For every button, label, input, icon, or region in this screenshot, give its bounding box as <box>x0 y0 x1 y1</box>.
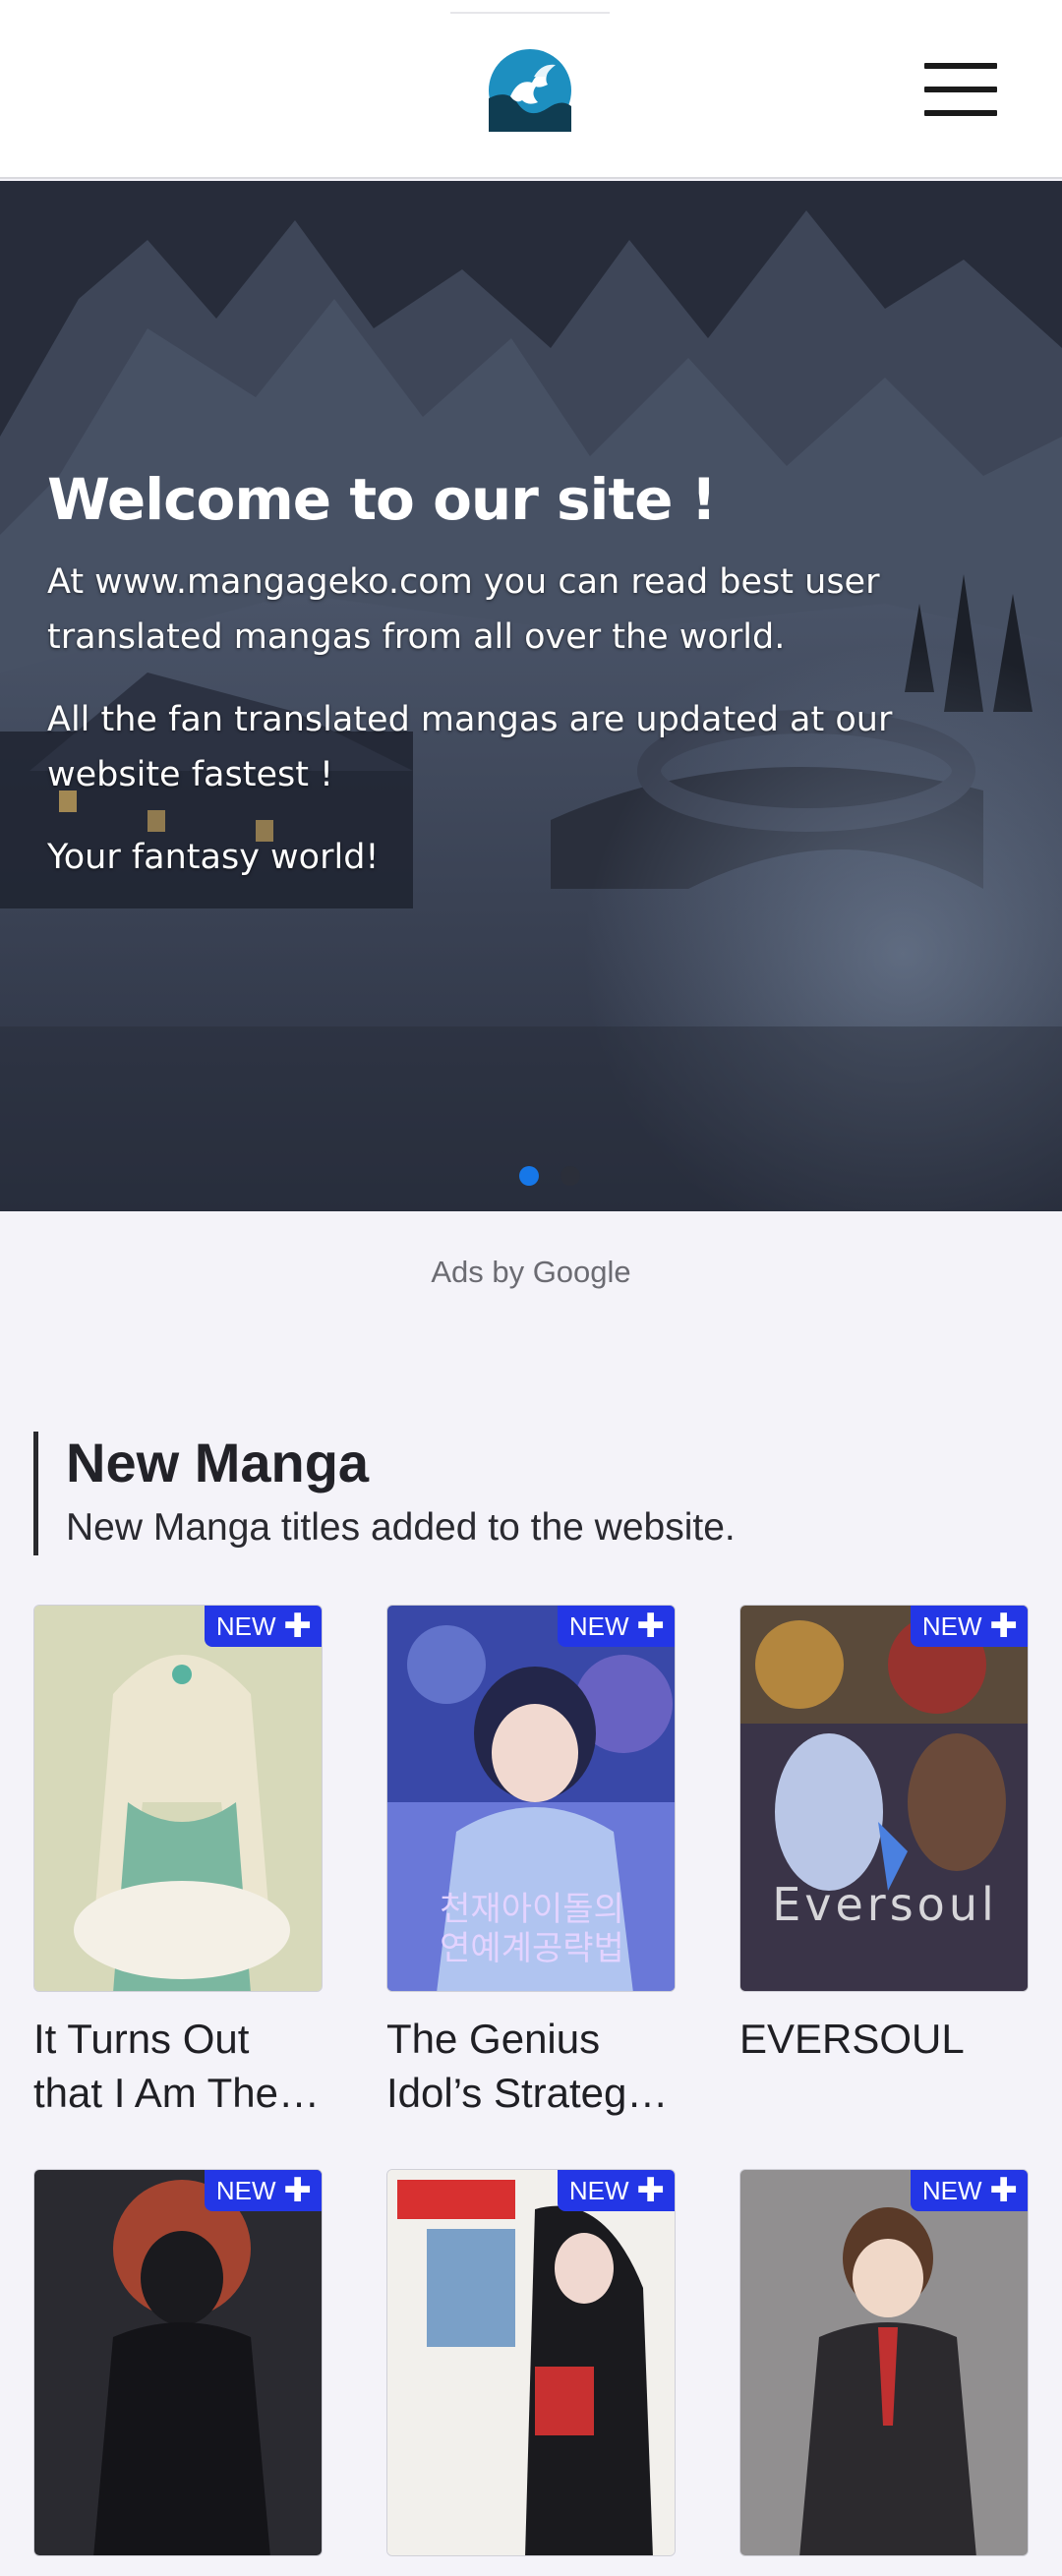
svg-text:천재아이돌의: 천재아이돌의 <box>440 1890 624 1929</box>
manga-cover[interactable]: NEW ✚ <box>33 2169 323 2556</box>
carousel-pagination <box>519 1166 580 1186</box>
manga-cover[interactable]: NEW ✚ <box>33 1605 323 1992</box>
manga-cover[interactable]: 천재아이돌의 연예계공략법 NEW ✚ <box>386 1605 676 1992</box>
manga-card[interactable]: NEW ✚ <box>33 2169 323 2576</box>
new-badge: NEW ✚ <box>557 1606 675 1647</box>
hero-paragraph: At www.mangageko.com you can read best u… <box>47 562 880 657</box>
new-badge: NEW ✚ <box>204 1606 322 1647</box>
manga-title[interactable]: It Turns Out that I Am The Genius of a W… <box>33 2012 323 2120</box>
hero-text-block: Welcome to our site ! At www.mangageko.c… <box>47 466 932 912</box>
manga-card[interactable]: NEW ✚ <box>739 2169 1029 2576</box>
hero-title: Welcome to our site ! <box>47 466 717 533</box>
new-badge: NEW ✚ <box>910 2170 1028 2211</box>
section-title: New Manga <box>66 1432 370 1493</box>
manga-cover[interactable]: NEW ✚ <box>739 2169 1029 2556</box>
svg-text:Eversoul: Eversoul <box>772 1878 998 1931</box>
plus-icon: ✚ <box>283 1608 313 1645</box>
new-badge: NEW ✚ <box>557 2170 675 2211</box>
carousel-dot-2[interactable] <box>560 1166 580 1186</box>
plus-icon: ✚ <box>636 2172 666 2209</box>
plus-icon: ✚ <box>989 1608 1019 1645</box>
manga-cover[interactable]: NEW ✚ <box>386 2169 676 2556</box>
manga-title[interactable]: The Genius Idol’s Strategy Guide <box>386 2012 676 2120</box>
new-badge: NEW ✚ <box>910 1606 1028 1647</box>
hero-paragraph: Your fantasy world! <box>47 838 380 877</box>
hero-paragraph: All the fan translated mangas are update… <box>47 700 893 794</box>
hero-banner: Welcome to our site ! At www.mangageko.c… <box>0 181 1062 1211</box>
plus-icon: ✚ <box>989 2172 1019 2209</box>
manga-cover[interactable]: Eversoul NEW ✚ <box>739 1605 1029 1992</box>
plus-icon: ✚ <box>283 2172 313 2209</box>
manga-card[interactable]: 천재아이돌의 연예계공략법 NEW ✚ The Genius Idol’s Str… <box>386 1605 676 2120</box>
manga-card[interactable]: NEW ✚ <box>386 2169 676 2576</box>
carousel-dot-1[interactable] <box>519 1166 539 1186</box>
site-logo-icon[interactable] <box>489 49 571 132</box>
manga-card[interactable]: NEW✚ It Turns Out that I Am The Genius o… <box>33 1605 323 2120</box>
site-header <box>0 0 1062 179</box>
hamburger-menu-icon[interactable] <box>924 63 997 116</box>
plus-icon: ✚ <box>636 1608 666 1645</box>
new-badge: NEW ✚ <box>204 2170 322 2211</box>
new-manga-section-header: New Manga New Manga titles added to the … <box>33 1432 1017 1555</box>
section-subtitle: New Manga titles added to the website. <box>66 1506 736 1549</box>
svg-text:연예계공략법: 연예계공략법 <box>440 1929 624 1968</box>
manga-title[interactable]: EVERSOUL <box>739 2012 1029 2066</box>
header-divider <box>450 12 610 14</box>
manga-card[interactable]: Eversoul NEW ✚ EVERSOUL <box>739 1605 1029 2066</box>
ads-label: Ads by Google <box>431 1255 631 1289</box>
